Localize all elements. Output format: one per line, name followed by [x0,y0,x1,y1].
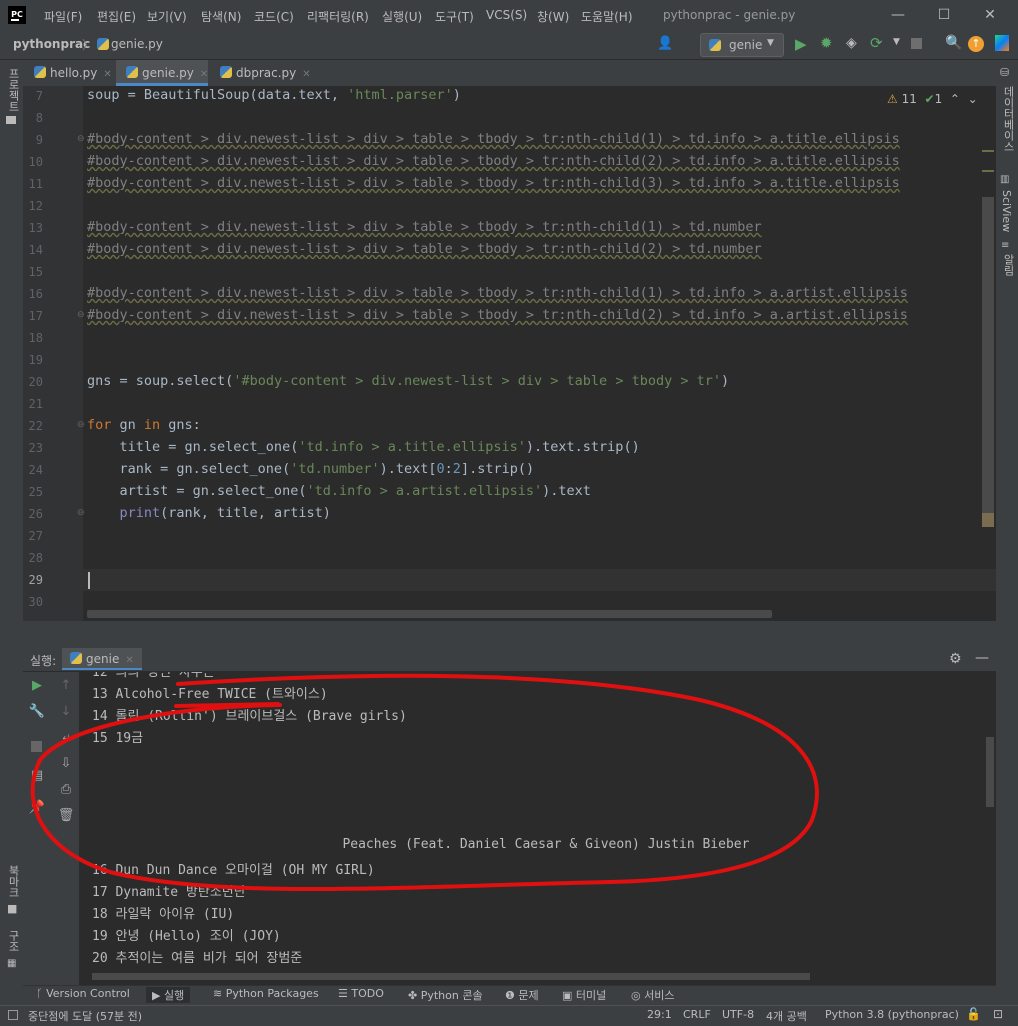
status-message[interactable]: 중단점에 도달 (57분 전) [28,1008,142,1024]
problems-icon: ❶ [505,989,515,1002]
panel-toggle-icon[interactable] [8,1010,18,1020]
tab-problems[interactable]: ❶ 문제 [505,987,539,1003]
tab-terminal[interactable]: ▣ 터미널 [562,987,606,1003]
tab-run[interactable]: ▶ 실행 [146,987,191,1003]
python-console-icon: ✤ [408,989,418,1002]
run-icon: ▶ [152,989,161,1002]
tab-python-packages[interactable]: ≋ Python Packages [213,987,319,1000]
tab-services[interactable]: ◎ 서비스 [631,987,674,1003]
terminal-icon: ▣ [562,989,573,1002]
services-icon: ◎ [631,989,641,1002]
interpreter-selector[interactable]: Python 3.8 (pythonprac) [825,1008,959,1021]
red-annotation-scribble [30,673,819,892]
packages-icon: ≋ [213,987,223,1000]
lock-icon[interactable]: 🔓 [966,1007,981,1021]
notifications-icon[interactable]: ⊡ [993,1007,1003,1021]
todo-icon: ☰ [338,987,348,1000]
line-separator[interactable]: CRLF [683,1008,711,1021]
indent-setting[interactable]: 4개 공백 [766,1008,807,1024]
file-encoding[interactable]: UTF-8 [722,1008,754,1021]
tab-version-control[interactable]: ᚴ Version Control [36,987,130,1000]
git-icon: ᚴ [36,987,43,1000]
tab-todo[interactable]: ☰ TODO [338,987,384,1000]
cursor-position[interactable]: 29:1 [647,1008,672,1021]
tab-python-console[interactable]: ✤ Python 콘솔 [408,987,483,1003]
